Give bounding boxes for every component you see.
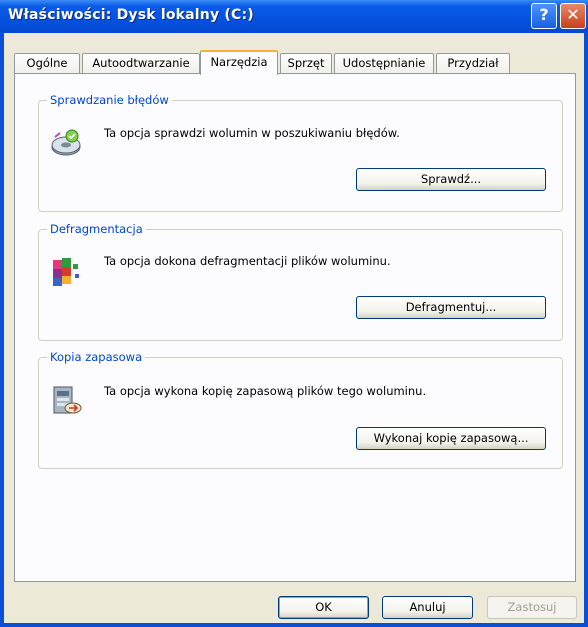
- error-checking-description: Ta opcja sprawdzi wolumin w poszukiwaniu…: [104, 126, 400, 140]
- apply-button[interactable]: Zastosuj: [487, 596, 577, 619]
- defragmentation-description: Ta opcja dokona defragmentacji plików wo…: [104, 254, 391, 268]
- tab-quota[interactable]: Przydział: [436, 53, 510, 74]
- help-button[interactable]: ?: [531, 3, 557, 29]
- window-title: Właściwości: Dysk lokalny (C:): [8, 7, 254, 23]
- close-button[interactable]: ✕: [560, 3, 586, 29]
- tab-general[interactable]: Ogólne: [14, 53, 80, 74]
- defragmentation-title: Defragmentacja: [47, 222, 146, 236]
- tab-hardware[interactable]: Sprzęt: [280, 53, 332, 74]
- tools-tab-pane: Sprawdzanie błędów Ta opcja sprawdzi wol…: [14, 73, 576, 582]
- tab-tools[interactable]: Narzędzia: [200, 50, 278, 75]
- tab-autoplay[interactable]: Autoodtwarzanie: [82, 53, 200, 74]
- backup-group: Kopia zapasowa Ta opcja wykona kopię zap…: [38, 350, 563, 469]
- defragment-icon: [53, 258, 79, 286]
- backup-description: Ta opcja wykona kopię zapasową plików te…: [104, 384, 427, 398]
- backup-title: Kopia zapasowa: [47, 350, 146, 364]
- title-bar[interactable]: Właściwości: Dysk lokalny (C:) ? ✕: [0, 0, 588, 33]
- backup-icon: [53, 386, 82, 414]
- error-checking-title: Sprawdzanie błędów: [47, 93, 172, 107]
- properties-window: Właściwości: Dysk lokalny (C:) ? ✕ Ogóln…: [0, 0, 588, 627]
- tab-sharing[interactable]: Udostępnianie: [334, 53, 434, 74]
- error-checking-group: Sprawdzanie błędów Ta opcja sprawdzi wol…: [38, 93, 563, 212]
- defragment-button[interactable]: Defragmentuj...: [356, 296, 546, 319]
- check-now-button[interactable]: Sprawdź...: [356, 168, 546, 191]
- disk-check-icon: [51, 129, 81, 156]
- defragmentation-group: Defragmentacja Ta opcja dokona defragmen…: [38, 222, 563, 341]
- cancel-button[interactable]: Anuluj: [382, 596, 473, 619]
- dialog-client-area: Ogólne Autoodtwarzanie Narzędzia Sprzęt …: [4, 33, 584, 623]
- ok-button[interactable]: OK: [278, 596, 369, 619]
- backup-now-button[interactable]: Wykonaj kopię zapasową...: [356, 427, 546, 450]
